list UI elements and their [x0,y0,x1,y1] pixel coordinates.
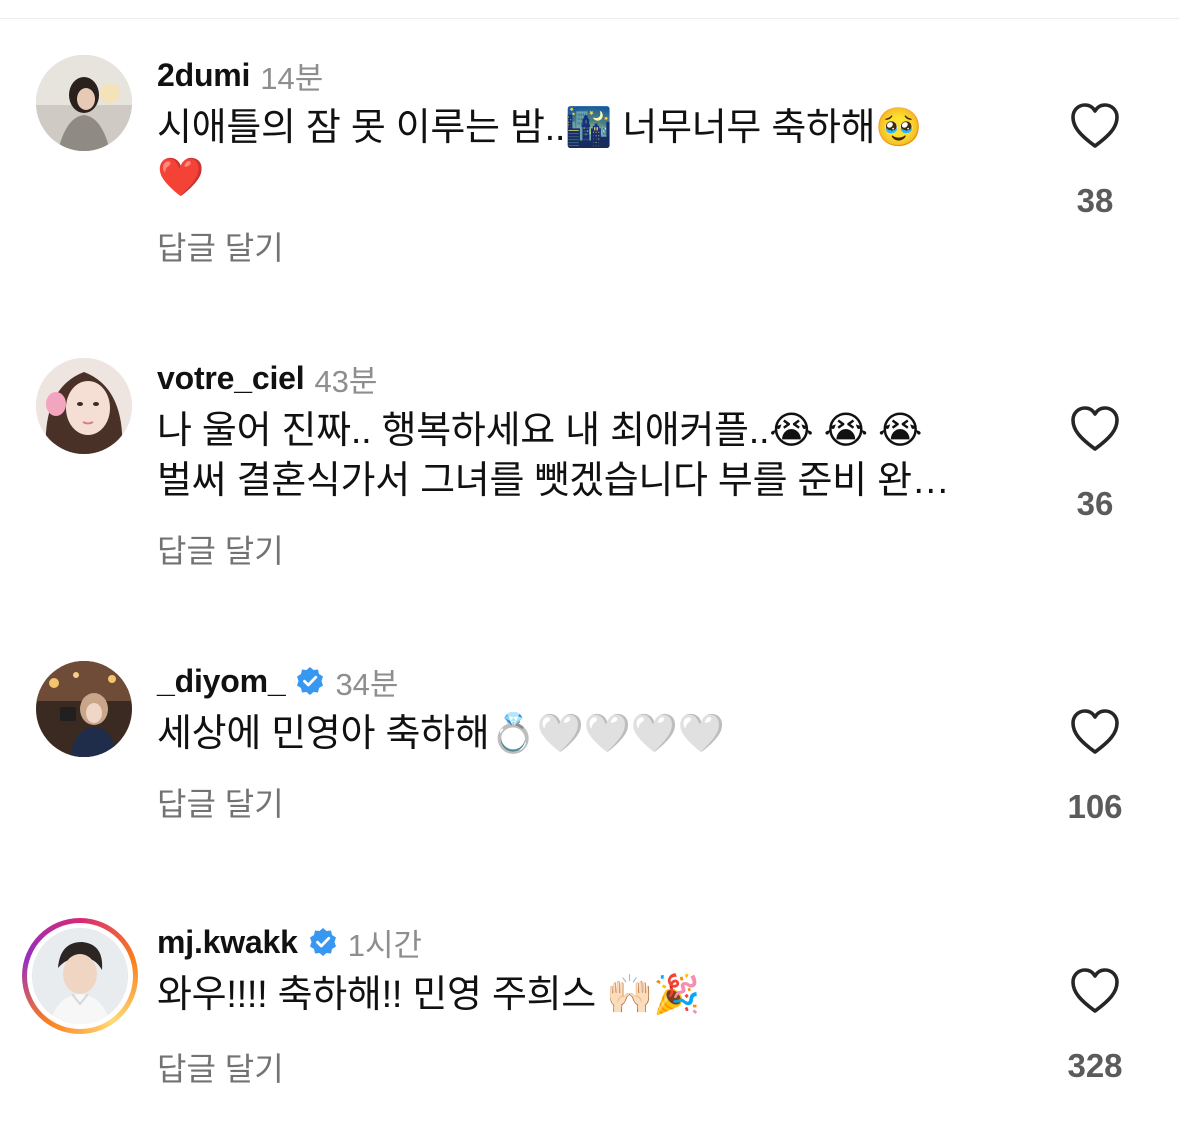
avatar[interactable] [36,55,132,151]
heart-icon[interactable] [1070,709,1120,755]
comment-time: 14분 [260,60,324,96]
comment-time: 43분 [314,363,378,399]
heart-icon[interactable] [1070,406,1120,452]
comment-text-line: 와우!!!! 축하해!! 민영 주희스 🙌🏻🎉 [157,974,701,1016]
comment-text: 나 울어 진짜.. 행복하세요 내 최애커플..😭 😭 😭 벌써 결혼식가서 그… [157,406,1017,506]
avatar[interactable] [22,918,138,1034]
comment-text-line: 벌써 결혼식가서 그녀를 뺏겠습니다 부를 준비 완… [157,460,950,502]
top-divider [0,18,1179,19]
comment-username[interactable]: _diyom_ [157,663,286,700]
avatar[interactable] [36,358,132,454]
avatar[interactable] [36,661,132,757]
comment-text: 와우!!!! 축하해!! 민영 주희스 🙌🏻🎉 [157,970,1017,1020]
like-count: 106 [1067,788,1123,825]
reply-button[interactable]: 답글 달기 [157,223,284,269]
like-count: 36 [1076,485,1114,522]
comment-time: 1시간 [347,927,422,963]
heart-icon[interactable] [1070,968,1120,1014]
verified-badge-icon [308,927,338,957]
comment-username[interactable]: mj.kwakk [157,924,298,961]
comment-time: 34분 [335,666,399,702]
like-count: 328 [1067,1047,1123,1084]
like-count: 38 [1076,182,1114,219]
comment-text-line: ❤️ [157,157,205,199]
comment-text-line: 나 울어 진짜.. 행복하세요 내 최애커플..😭 😭 😭 [157,410,923,452]
reply-button[interactable]: 답글 달기 [157,526,284,572]
comment-text: 시애틀의 잠 못 이루는 밤..🌃 너무너무 축하해🥹 ❤️ [157,103,1017,203]
comment-text: 세상에 민영아 축하해💍🤍🤍🤍🤍 [157,709,1017,759]
comment-username[interactable]: 2dumi [157,57,250,94]
reply-button[interactable]: 답글 달기 [157,1044,284,1090]
verified-badge-icon [295,666,325,696]
heart-icon[interactable] [1070,103,1120,149]
comment-username[interactable]: votre_ciel [157,360,305,397]
reply-button[interactable]: 답글 달기 [157,779,284,825]
comment-text-line: 시애틀의 잠 못 이루는 밤..🌃 너무너무 축하해🥹 [157,107,923,149]
comment-text-line: 세상에 민영아 축하해💍🤍🤍🤍🤍 [157,713,725,755]
